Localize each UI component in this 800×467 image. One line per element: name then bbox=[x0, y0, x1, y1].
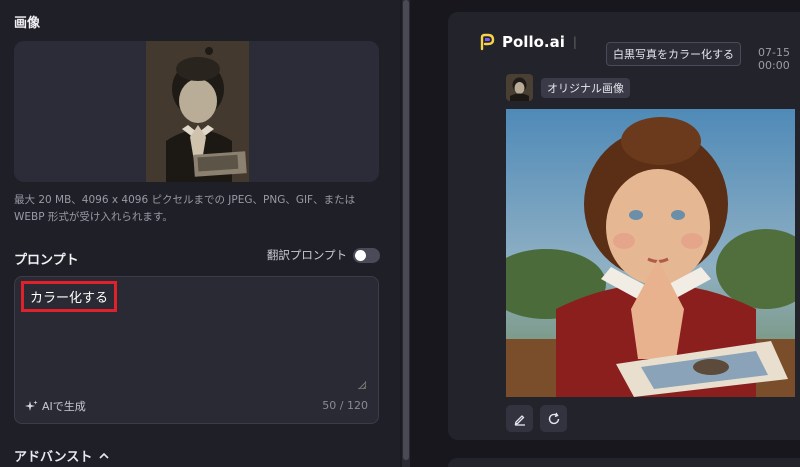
left-scrollbar[interactable] bbox=[402, 0, 410, 467]
uploaded-image-preview bbox=[146, 41, 249, 182]
toggle-knob bbox=[355, 249, 366, 261]
image-upload-area[interactable] bbox=[14, 41, 379, 182]
scrollbar-thumb[interactable] bbox=[403, 0, 409, 460]
result-card: Pollo.ai | 白黒写真をカラー化する 07-15 00:00 オリジナル… bbox=[448, 12, 800, 440]
advanced-toggle[interactable]: アドバンスト bbox=[14, 446, 110, 465]
prompt-title: プロンプト bbox=[14, 253, 79, 268]
results-panel: Pollo.ai | 白黒写真をカラー化する 07-15 00:00 オリジナル… bbox=[410, 0, 800, 467]
colorized-result-image[interactable] bbox=[506, 109, 795, 397]
original-image-label: オリジナル画像 bbox=[541, 77, 630, 98]
pollo-logo-icon bbox=[480, 33, 495, 51]
char-counter: 50 / 120 bbox=[322, 399, 368, 412]
next-card-edge bbox=[448, 458, 800, 467]
regenerate-button[interactable] bbox=[540, 405, 567, 432]
ai-generate-label: AIで生成 bbox=[42, 400, 86, 413]
sparkle-icon bbox=[25, 400, 38, 411]
prompt-textarea[interactable]: カラー化する AIで生成 50 / 120 bbox=[14, 276, 379, 424]
resize-handle-icon[interactable] bbox=[358, 381, 367, 390]
brand-name: Pollo.ai bbox=[502, 33, 565, 51]
translate-prompt-row: 翻訳プロンプト bbox=[267, 247, 380, 263]
brand-separator: | bbox=[572, 35, 577, 49]
chevron-up-icon bbox=[99, 452, 109, 459]
settings-panel: 画像 最大 20 MB、4096 x 4096 ピクセルまでの JPEG、PNG… bbox=[0, 0, 400, 467]
image-section-title: 画像 bbox=[14, 16, 41, 31]
upload-hint: 最大 20 MB、4096 x 4096 ピクセルまでの JPEG、PNG、GI… bbox=[14, 194, 356, 223]
refresh-icon bbox=[548, 412, 559, 424]
prompt-text-value: カラー化する bbox=[21, 281, 118, 312]
original-image-thumbnail[interactable] bbox=[506, 74, 533, 101]
edit-button[interactable] bbox=[506, 405, 533, 432]
edit-icon bbox=[514, 414, 525, 426]
timestamp: 07-15 00:00 bbox=[758, 46, 790, 72]
ai-generate-button[interactable]: AIで生成 bbox=[25, 398, 86, 414]
task-pill[interactable]: 白黒写真をカラー化する bbox=[606, 42, 741, 66]
translate-prompt-label: 翻訳プロンプト bbox=[266, 248, 347, 262]
translate-prompt-toggle[interactable] bbox=[353, 247, 380, 263]
original-image-row: オリジナル画像 bbox=[506, 74, 630, 101]
brand: Pollo.ai | bbox=[478, 33, 579, 51]
advanced-label: アドバンスト bbox=[14, 450, 93, 465]
